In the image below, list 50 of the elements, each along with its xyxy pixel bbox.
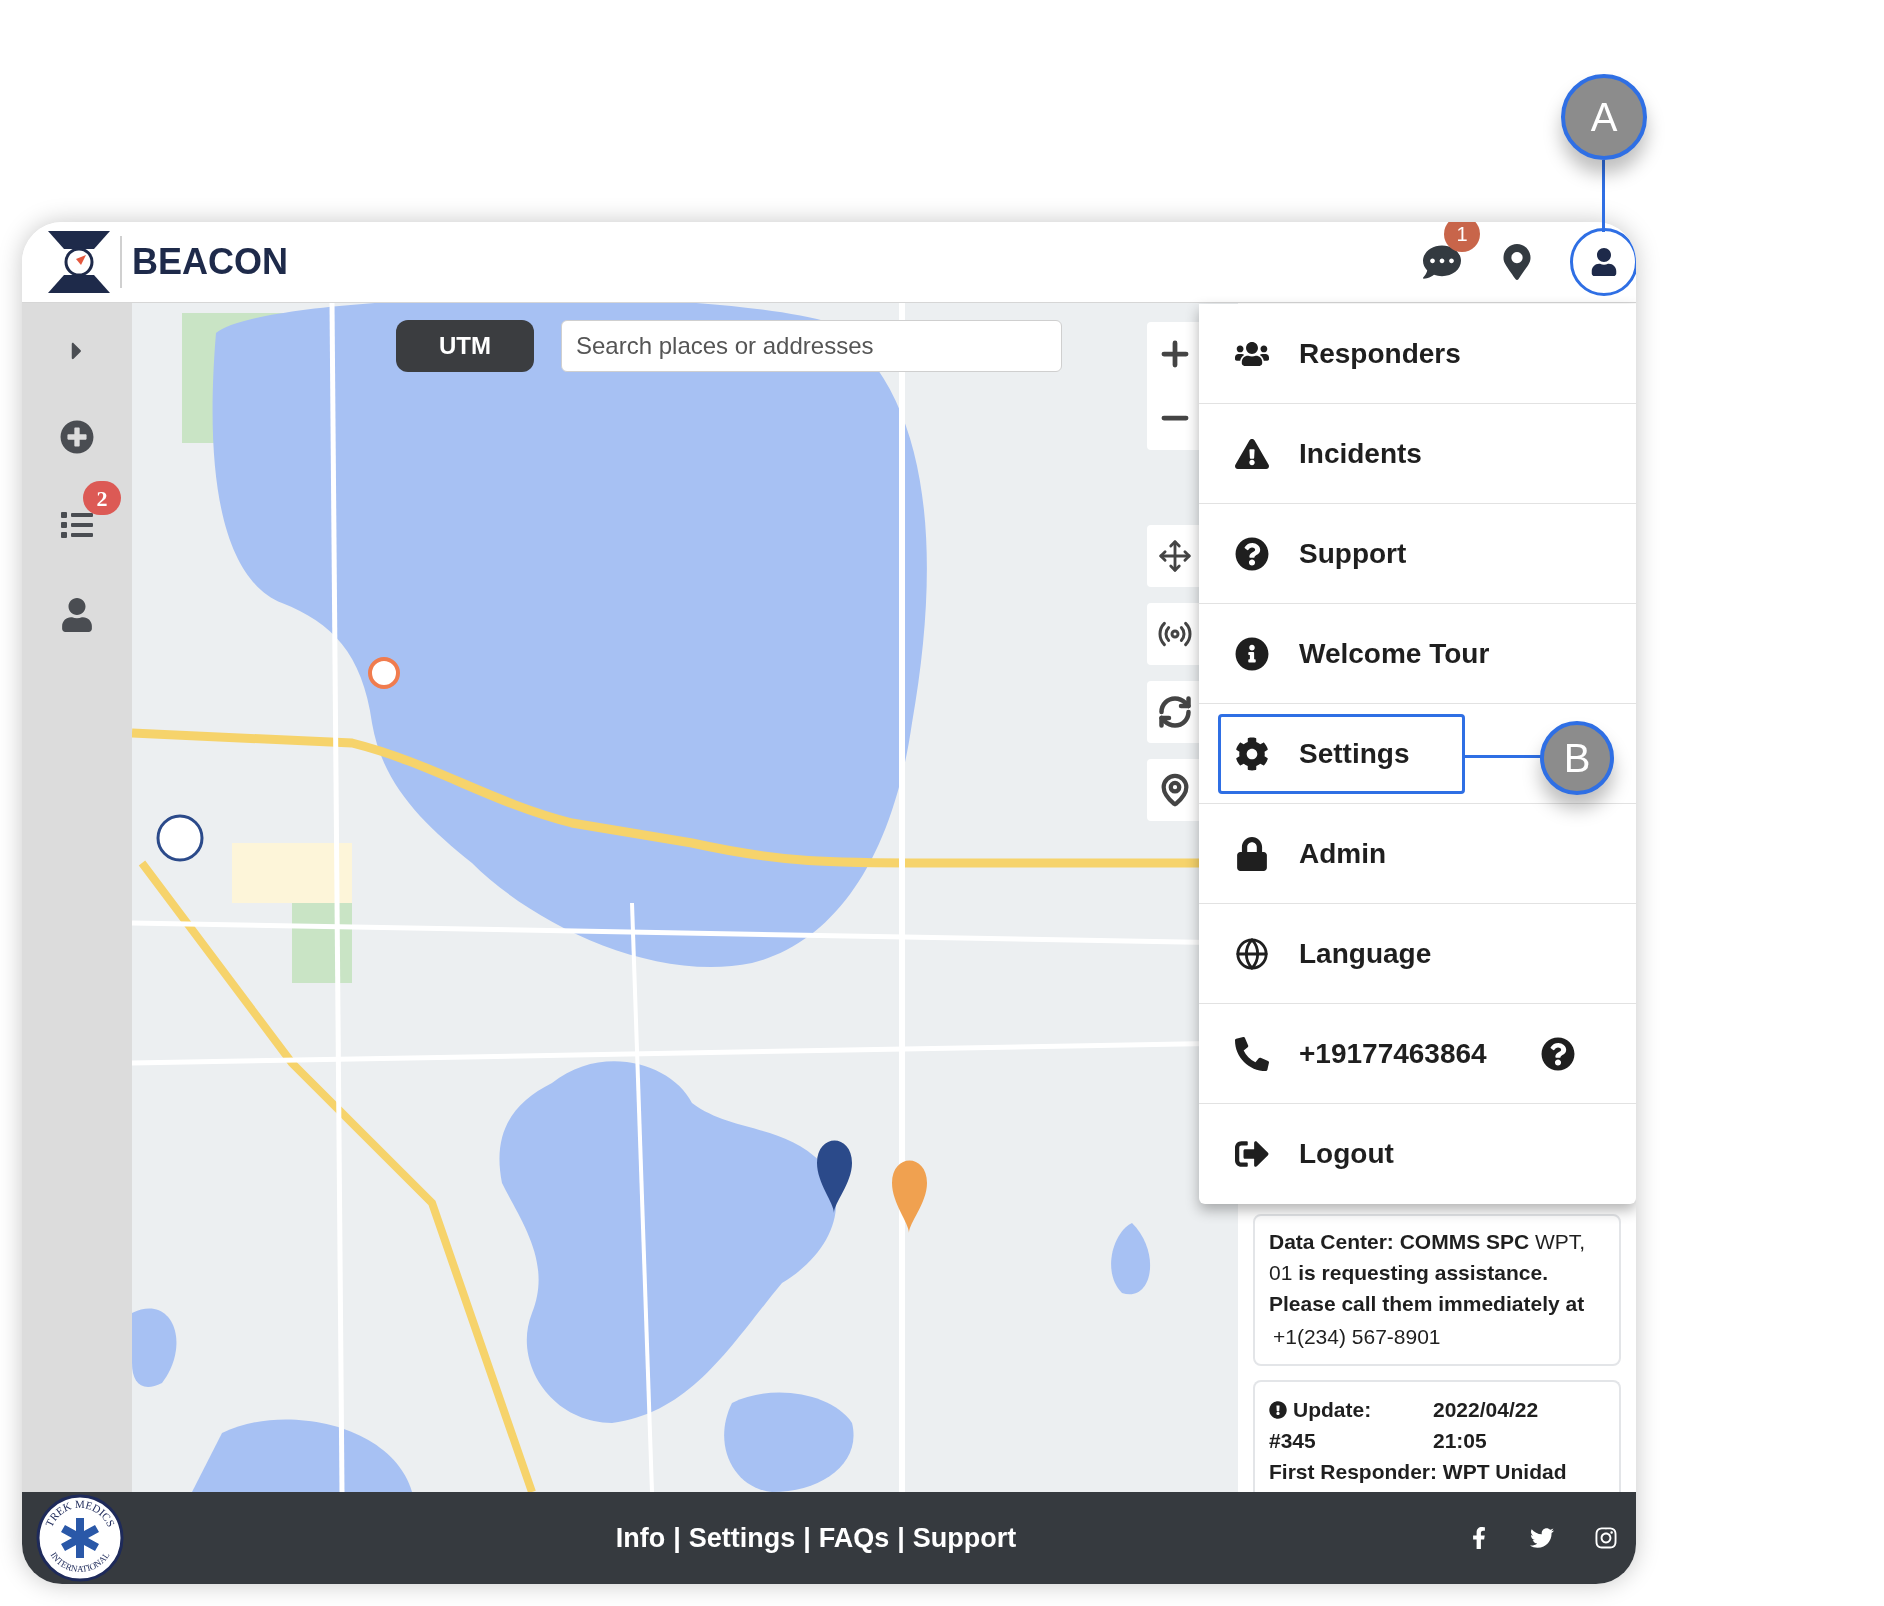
responder-text: First Responder: WPT Unidad bbox=[1269, 1459, 1568, 1485]
user-icon bbox=[62, 598, 92, 632]
user-icon bbox=[1590, 248, 1618, 276]
menu-item[interactable]: Logout bbox=[1218, 1114, 1465, 1194]
help-icon bbox=[1235, 536, 1269, 571]
footer-link[interactable]: Settings bbox=[688, 1517, 796, 1559]
help-icon[interactable] bbox=[1541, 1036, 1575, 1071]
footer-link[interactable]: FAQs bbox=[818, 1517, 890, 1559]
instagram-icon[interactable] bbox=[1594, 1526, 1618, 1550]
menu-item[interactable]: Language bbox=[1218, 913, 1465, 994]
menu-item[interactable]: +19177463864 bbox=[1218, 1013, 1514, 1094]
brand-name: BEACON bbox=[132, 240, 288, 284]
chat-icon bbox=[1423, 243, 1461, 281]
move-icon bbox=[1158, 539, 1192, 573]
refresh-icon bbox=[1157, 694, 1193, 730]
search-field[interactable]: Search places or addresses bbox=[561, 320, 1062, 372]
menu-item[interactable]: Settings bbox=[1218, 713, 1465, 794]
update-time: 21:05 bbox=[1433, 1428, 1488, 1454]
menu-item[interactable]: Responders bbox=[1218, 313, 1488, 394]
link-separator: | bbox=[803, 1521, 811, 1555]
callout-line bbox=[1602, 160, 1605, 232]
utm-button[interactable]: UTM bbox=[396, 320, 534, 372]
update-label: Update: bbox=[1293, 1397, 1372, 1423]
twitter-icon[interactable] bbox=[1530, 1526, 1554, 1550]
phone-icon bbox=[1235, 1036, 1269, 1071]
notification-badge: 1 bbox=[1444, 222, 1480, 252]
plus-icon bbox=[60, 420, 94, 454]
menu-item[interactable]: Admin bbox=[1218, 813, 1465, 894]
update-date: 2022/04/22 bbox=[1433, 1397, 1540, 1423]
globe-icon bbox=[1235, 936, 1269, 971]
notification-badge: 2 bbox=[83, 481, 121, 515]
settings-icon bbox=[1235, 736, 1269, 771]
warning-icon bbox=[1235, 436, 1269, 471]
info-icon bbox=[1235, 636, 1269, 671]
link-separator: | bbox=[673, 1521, 681, 1555]
lock-icon bbox=[1235, 836, 1269, 871]
alert-icon bbox=[1269, 1400, 1287, 1419]
alert-message: Data Center: COMMS SPC WPT, 01 is requesting assistance. Please call them immediately at bbox=[1269, 1229, 1587, 1317]
footer-link[interactable]: Support bbox=[912, 1517, 1017, 1559]
phone-number: +1(234) 567-8901 bbox=[1272, 1324, 1442, 1350]
menu-item[interactable]: Incidents bbox=[1218, 413, 1465, 494]
link-separator: | bbox=[897, 1521, 905, 1555]
update-number: #345 bbox=[1269, 1428, 1317, 1454]
footer-link[interactable]: Info bbox=[615, 1517, 666, 1559]
beacon-logo-icon bbox=[48, 231, 110, 293]
menu-item[interactable]: Support bbox=[1218, 513, 1465, 594]
callout-marker: A bbox=[1561, 74, 1647, 160]
location-pin-icon bbox=[1503, 244, 1531, 280]
list-icon bbox=[58, 509, 96, 541]
menu-item[interactable]: Welcome Tour bbox=[1218, 613, 1517, 694]
